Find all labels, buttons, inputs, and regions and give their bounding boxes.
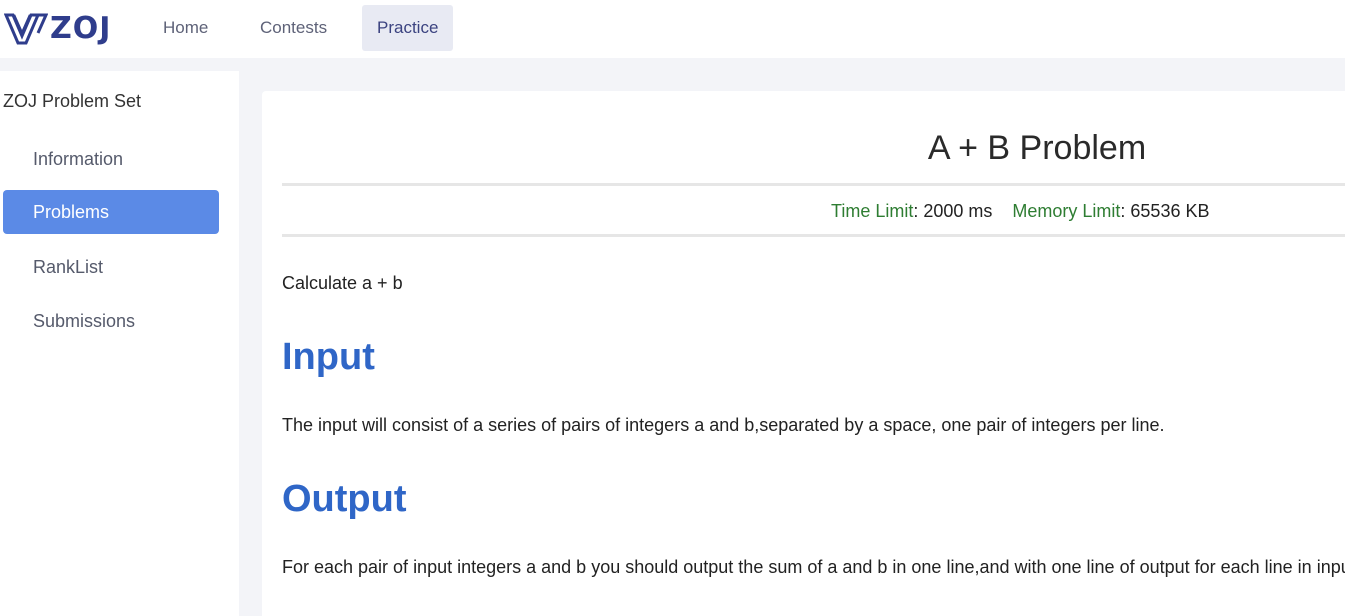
sidebar-title: ZOJ Problem Set xyxy=(3,91,142,111)
nav-contests[interactable]: Contests xyxy=(245,5,342,51)
sidebar-item-information[interactable]: Information xyxy=(3,137,219,181)
problem-description: Calculate a + b xyxy=(282,273,403,293)
sidebar: ZOJ Problem Set Information Problems Ran… xyxy=(0,71,239,616)
logo-mark-icon xyxy=(4,12,48,46)
limits-divider xyxy=(282,234,1345,237)
problem-limits: Time Limit: 2000 ms Memory Limit: 65536 K… xyxy=(831,201,1209,222)
nav-practice[interactable]: Practice xyxy=(362,5,454,51)
time-limit-label: Time Limit xyxy=(831,201,914,221)
nav-home[interactable]: Home xyxy=(148,5,223,51)
title-divider xyxy=(282,183,1345,186)
sidebar-item-ranklist[interactable]: RankList xyxy=(3,245,219,289)
memory-limit-label: Memory Limit xyxy=(1012,201,1121,221)
sidebar-item-problems[interactable]: Problems xyxy=(3,190,219,234)
top-navbar: ZOJ Home Contests Practice xyxy=(0,0,1345,58)
time-limit-value: : 2000 ms xyxy=(913,201,993,221)
sidebar-item-submissions[interactable]: Submissions xyxy=(3,299,219,343)
input-heading: Input xyxy=(282,336,375,378)
site-logo[interactable]: ZOJ xyxy=(4,10,111,48)
memory-limit-value: : 65536 KB xyxy=(1120,201,1210,221)
logo-text: ZOJ xyxy=(50,11,112,46)
output-text: For each pair of input integers a and b … xyxy=(282,557,1345,577)
problem-title: A + B Problem xyxy=(927,129,1147,167)
output-heading: Output xyxy=(282,478,407,520)
problem-card: A + B Problem Time Limit: 2000 ms Memory … xyxy=(262,91,1345,616)
input-text: The input will consist of a series of pa… xyxy=(282,415,1165,435)
